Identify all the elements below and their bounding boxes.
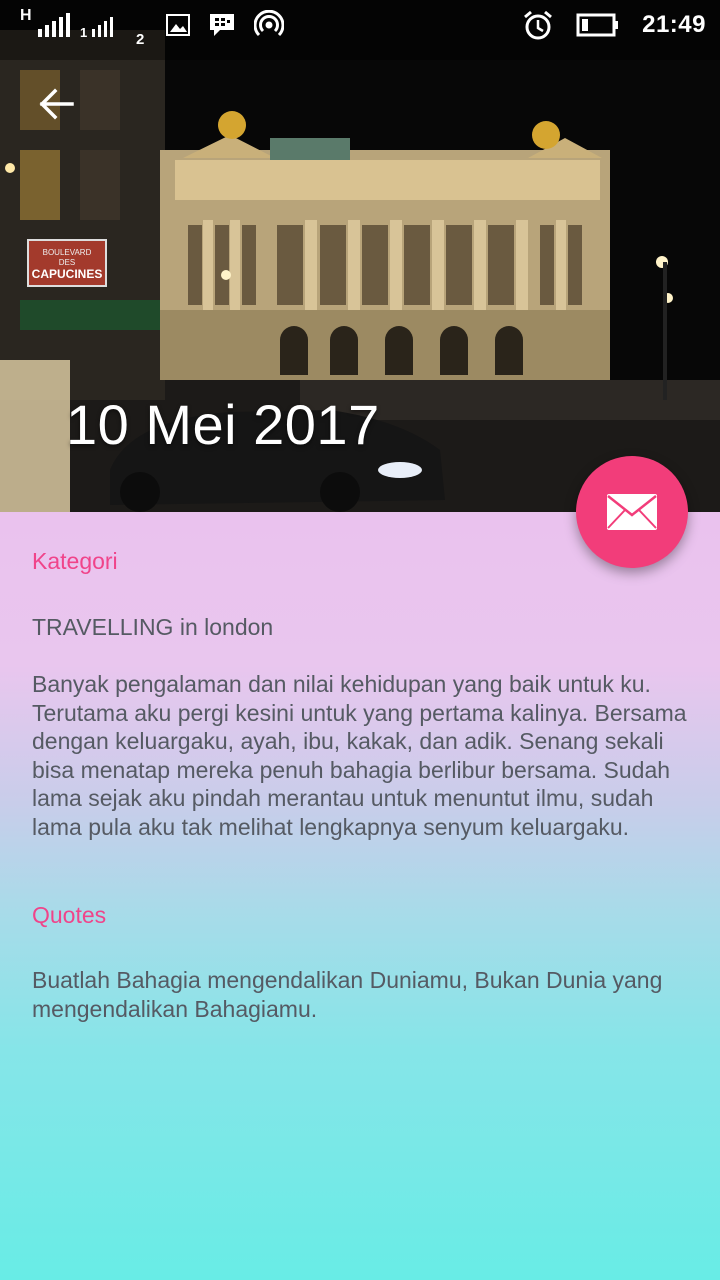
share-email-button[interactable] bbox=[576, 456, 688, 568]
status-bar: H 1 2 21:49 bbox=[0, 0, 720, 50]
entry-date-title: 10 Mei 2017 bbox=[66, 393, 380, 456]
category-label: Kategori bbox=[32, 548, 118, 574]
clock-time: 21:49 bbox=[642, 11, 706, 38]
signal-bars-icon bbox=[38, 13, 113, 37]
story-text: Banyak pengalaman dan nilai kehidupan ya… bbox=[32, 671, 687, 840]
quote-text: Buatlah Bahagia mengendalikan Duniamu, B… bbox=[32, 967, 663, 1022]
alarm-icon bbox=[524, 10, 553, 40]
street-sign-line-1: BOULEVARD bbox=[43, 248, 92, 257]
back-button[interactable] bbox=[34, 82, 78, 126]
bbm-notification-icon bbox=[210, 14, 234, 36]
battery-icon bbox=[576, 13, 619, 37]
category-value: TRAVELLING in london bbox=[32, 614, 274, 640]
envelope-icon bbox=[607, 494, 657, 530]
hotspot-icon bbox=[254, 10, 284, 37]
entry-content: Kategori TRAVELLING in london Banyak pen… bbox=[0, 512, 720, 1280]
street-sign-line-3: CAPUCINES bbox=[32, 267, 103, 281]
quotes-label: Quotes bbox=[32, 902, 107, 928]
sim1-label: 1 bbox=[80, 25, 88, 40]
image-notification-icon bbox=[166, 14, 190, 36]
signal-indicators: H 1 2 bbox=[20, 7, 144, 48]
arrow-left-icon bbox=[39, 88, 74, 120]
street-sign-line-2: DES bbox=[59, 258, 75, 267]
sim2-label: 2 bbox=[136, 31, 145, 48]
